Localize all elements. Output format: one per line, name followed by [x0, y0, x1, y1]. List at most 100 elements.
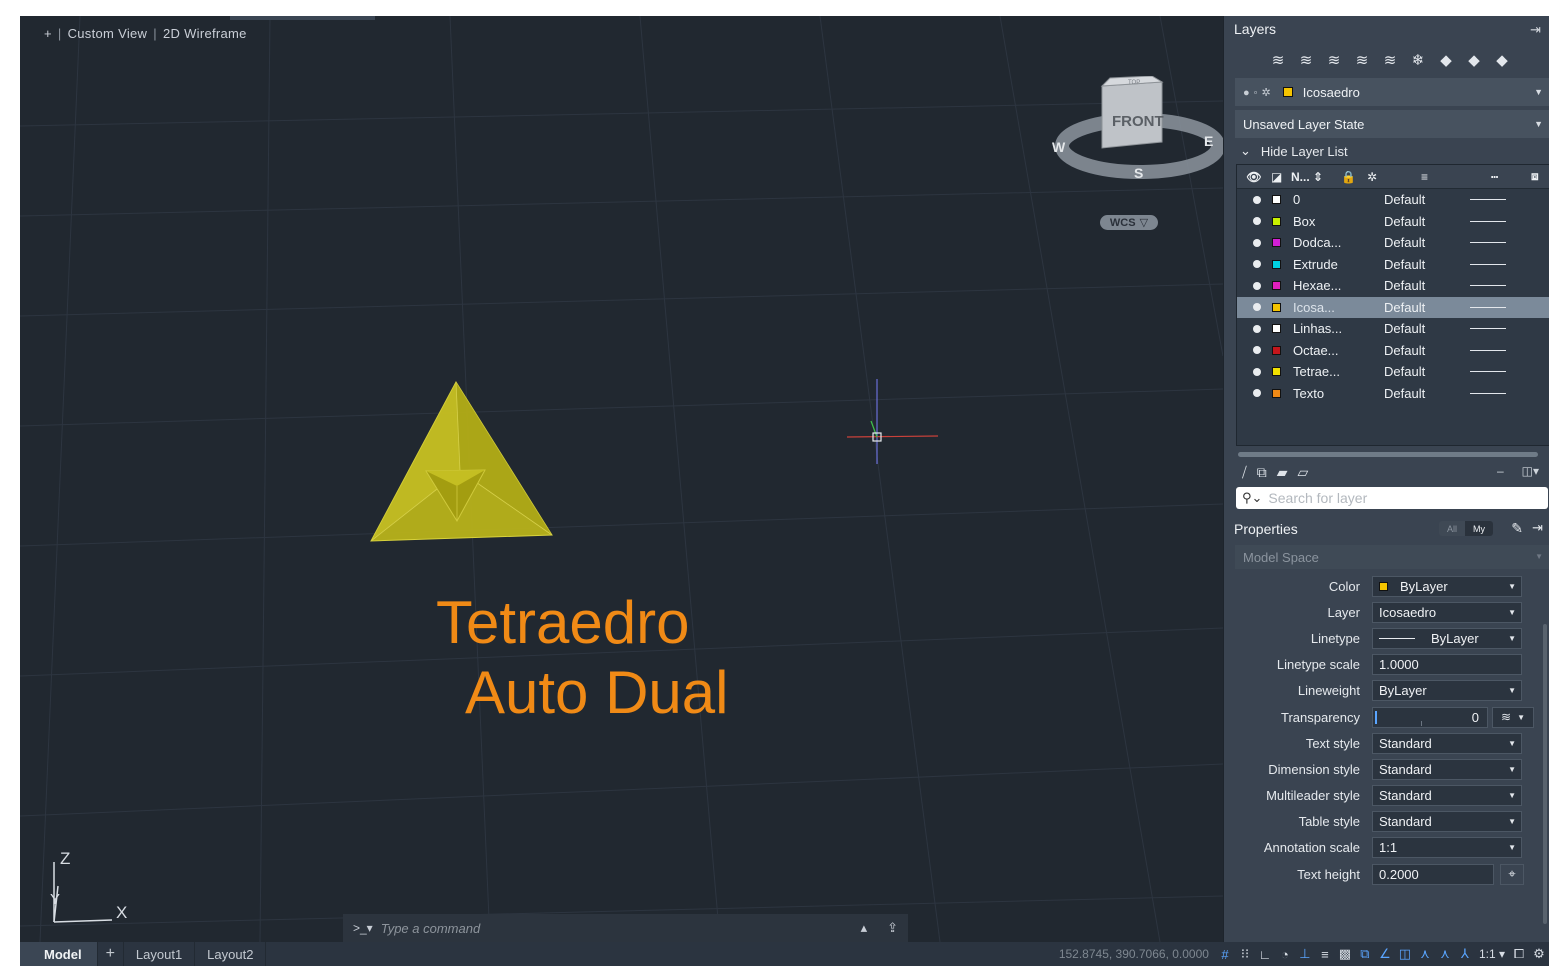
drawing-viewport[interactable]: + | Custom View | 2D Wireframe Tetraedro… [20, 16, 1223, 942]
layer-lineweight[interactable] [1470, 263, 1506, 265]
layer-lineweight[interactable] [1470, 306, 1506, 308]
layer-state-dropdown[interactable]: Unsaved Layer State ▼ [1235, 110, 1549, 138]
viewport-menu-button[interactable]: + [44, 26, 52, 41]
layer-linetype[interactable]: Default [1384, 257, 1470, 272]
annotation-scale-menu[interactable]: 1:1 ▾ [1475, 947, 1509, 961]
tab-layout2[interactable]: Layout2 [195, 942, 267, 966]
layer-row[interactable]: Box Default [1237, 211, 1549, 233]
pick-height-icon[interactable]: ⌖ [1500, 863, 1524, 885]
layer-row[interactable]: Tetrae... Default [1237, 361, 1549, 383]
annotation-scale-dropdown[interactable]: 1:1 ▼ [1372, 837, 1522, 859]
text-height-field[interactable]: 0.2000 [1372, 863, 1494, 885]
wcs-menu[interactable]: WCS ▽ [1100, 215, 1158, 230]
layer-color-swatch[interactable] [1272, 345, 1281, 355]
layer-linetype[interactable]: Default [1384, 192, 1470, 207]
layer-lineweight[interactable] [1470, 242, 1506, 244]
command-input[interactable] [380, 920, 853, 936]
layer-dropdown[interactable]: Icosaedro ▼ [1372, 601, 1522, 623]
layer-search-input[interactable] [1268, 490, 1539, 506]
transparency-toggle-icon[interactable]: ▩ [1335, 944, 1355, 964]
dock-icon[interactable]: ⇥ [1530, 22, 1541, 38]
layer-color-swatch[interactable] [1272, 281, 1281, 291]
layer-color-swatch[interactable] [1272, 259, 1281, 269]
text-style-dropdown[interactable]: Standard ▼ [1372, 732, 1522, 754]
unlock-layer-icon[interactable]: ◆ [1491, 49, 1513, 71]
toggle-all[interactable]: All [1438, 521, 1465, 536]
lock-layer-icon[interactable]: ◆ [1463, 49, 1485, 71]
view-name-menu[interactable]: Custom View [68, 26, 148, 41]
color-dropdown[interactable]: ByLayer ▼ [1372, 575, 1522, 597]
layer-linetype[interactable]: Default [1384, 364, 1470, 379]
visibility-dot[interactable] [1253, 260, 1261, 269]
visibility-dot[interactable] [1253, 303, 1261, 312]
viewcube[interactable]: TOP FRONT W E S [1040, 76, 1223, 216]
match-layer-icon[interactable]: ≋ [1295, 49, 1317, 71]
layer-linetype[interactable]: Default [1384, 235, 1470, 250]
layer-lineweight[interactable] [1470, 328, 1506, 330]
unisolate-layer-icon[interactable]: ≋ [1379, 49, 1401, 71]
dimension-style-dropdown[interactable]: Standard ▼ [1372, 758, 1522, 780]
layer-linetype[interactable]: Default [1384, 321, 1470, 336]
new-layer-icon[interactable]: ⧸ [1242, 464, 1247, 481]
table-style-dropdown[interactable]: Standard ▼ [1372, 811, 1522, 833]
grid-toggle-icon[interactable]: # [1215, 944, 1235, 964]
freeze-layer-icon[interactable]: ❄ [1407, 49, 1429, 71]
isolate-layer-icon[interactable]: ≋ [1351, 49, 1373, 71]
tab-layout1[interactable]: Layout1 [124, 942, 196, 966]
layer-linetype[interactable]: Default [1384, 214, 1470, 229]
visibility-dot[interactable] [1253, 281, 1261, 290]
transparency-slider[interactable]: 0 [1372, 706, 1488, 728]
color-column-icon[interactable]: ◪ [1271, 170, 1291, 184]
linetype-column-icon[interactable]: ≡ [1421, 170, 1491, 184]
layer-row[interactable]: Dodca... Default [1237, 232, 1549, 254]
layer-lineweight[interactable] [1470, 371, 1506, 373]
new-layer-vp-icon[interactable]: ⧉ [1257, 464, 1267, 481]
chevron-up-icon[interactable]: ▴ [861, 920, 868, 936]
visibility-dot[interactable] [1253, 324, 1261, 333]
layer-row[interactable]: Texto Default [1237, 383, 1549, 405]
eye-icon[interactable]: 👁 [1237, 170, 1271, 184]
name-column-header[interactable]: N... ⇕ [1291, 170, 1341, 184]
lineweight-dropdown[interactable]: ByLayer ▼ [1372, 680, 1522, 702]
layer-color-swatch[interactable] [1272, 238, 1281, 248]
lineweight-column-icon[interactable]: ┅ [1491, 170, 1531, 184]
toggle-my[interactable]: My [1465, 521, 1493, 536]
selection-dropdown[interactable]: Model Space ▼ [1235, 545, 1549, 569]
off-layer-icon[interactable]: ◆ [1435, 49, 1457, 71]
layer-linetype[interactable]: Default [1384, 300, 1470, 315]
layer-linetype[interactable]: Default [1384, 343, 1470, 358]
polar-toggle-icon[interactable]: ◔ [1275, 944, 1295, 964]
selection-cycling-icon[interactable]: ⧉ [1355, 944, 1375, 964]
columns-menu-icon[interactable]: ◫▾ [1522, 464, 1539, 478]
properties-filter-toggle[interactable]: All My [1438, 521, 1493, 536]
multileader-style-dropdown[interactable]: Standard ▼ [1372, 785, 1522, 807]
layer-lineweight[interactable] [1470, 220, 1506, 222]
layer-linetype[interactable]: Default [1384, 386, 1470, 401]
layer-color-swatch[interactable] [1272, 302, 1281, 312]
visibility-dot[interactable] [1253, 238, 1261, 247]
workspace-icon[interactable]: ⧠ [1509, 944, 1529, 964]
annotation-scale-icon[interactable]: ⅄ [1455, 944, 1475, 964]
auto-scale-icon[interactable]: ⋏ [1435, 944, 1455, 964]
layer-row[interactable]: 0 Default [1237, 189, 1549, 211]
new-property-filter-icon[interactable]: ▱ [1298, 464, 1309, 481]
previous-layer-icon[interactable]: ≋ [1323, 49, 1345, 71]
layer-properties-icon[interactable]: ≋ [1267, 49, 1289, 71]
annotation-visibility-icon[interactable]: ⋏ [1415, 944, 1435, 964]
gear-icon[interactable]: ⚙ [1529, 944, 1549, 964]
mtext-line-2[interactable]: Auto Dual [465, 658, 729, 727]
new-group-filter-icon[interactable]: ▰ [1277, 464, 1288, 481]
linetype-dropdown[interactable]: ByLayer ▼ [1372, 627, 1522, 649]
layer-color-swatch[interactable] [1272, 367, 1281, 377]
add-layout-button[interactable]: + [98, 942, 124, 966]
tab-model[interactable]: Model [20, 942, 98, 966]
layer-color-swatch[interactable] [1272, 324, 1281, 334]
visibility-dot[interactable] [1253, 346, 1261, 355]
dynamic-ucs-icon[interactable]: ∠ [1375, 944, 1395, 964]
lineweight-toggle-icon[interactable]: ≡ [1315, 944, 1335, 964]
layer-color-swatch[interactable] [1272, 388, 1281, 398]
visibility-dot[interactable] [1253, 367, 1261, 376]
layer-row[interactable]: Icosa... Default [1237, 296, 1549, 318]
freeze-icon[interactable]: ✲ [1367, 170, 1421, 184]
linetype-scale-field[interactable]: 1.0000 [1372, 654, 1522, 676]
